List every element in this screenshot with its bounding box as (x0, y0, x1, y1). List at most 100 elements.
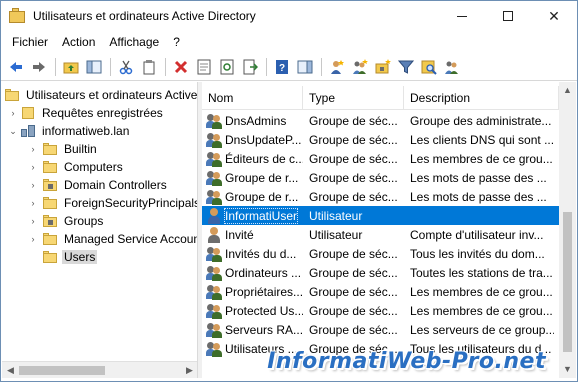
menu-action[interactable]: Action (55, 35, 102, 49)
row-name: Invité (225, 227, 254, 242)
tree-item-label: Builtin (64, 142, 97, 156)
properties-button[interactable] (193, 56, 215, 78)
help-button[interactable]: ? (271, 56, 293, 78)
cell-type: Groupe de séc... (309, 265, 398, 280)
menu-affichage[interactable]: Affichage (102, 35, 166, 49)
tree-item-users[interactable]: Users (28, 248, 98, 266)
tree-item-saved-queries[interactable]: › Requêtes enregistrées (8, 104, 165, 122)
tree-item-computers[interactable]: › Computers (28, 158, 125, 176)
tree-root-label: Utilisateurs et ordinateurs Active Direc… (26, 88, 198, 102)
scroll-left-icon[interactable]: ◀ (4, 364, 17, 377)
chevron-right-icon[interactable]: › (28, 176, 38, 194)
menu-fichier[interactable]: Fichier (5, 35, 55, 49)
action-pane-button[interactable] (294, 56, 316, 78)
chevron-right-icon[interactable]: › (28, 212, 38, 230)
table-row[interactable]: Invités du d... Groupe de séc... Tous les … (202, 244, 576, 263)
menu-bar: Fichier Action Affichage ? (1, 31, 577, 53)
up-level-button[interactable] (60, 56, 82, 78)
minimize-button[interactable] (439, 1, 485, 31)
domain-icon (20, 123, 36, 139)
scroll-down-icon[interactable]: ▼ (561, 363, 574, 376)
new-user-button[interactable] (326, 56, 348, 78)
scroll-right-icon[interactable]: ▶ (183, 364, 196, 377)
tree-item-label: Groups (64, 214, 104, 228)
table-row[interactable]: DnsAdmins Groupe de séc... Groupe des admi… (202, 111, 576, 130)
table-row[interactable]: Groupe de r... Groupe de séc... Les mots d… (202, 187, 576, 206)
cell-name: Invités du d... (202, 246, 303, 262)
table-row[interactable]: Protected Us... Groupe de séc... Les membr… (202, 301, 576, 320)
forward-button[interactable] (28, 56, 50, 78)
help-icon: ? (276, 59, 288, 74)
cut-button[interactable] (115, 56, 137, 78)
tree-root[interactable]: Utilisateurs et ordinateurs Active Direc… (4, 86, 198, 104)
table-row[interactable]: Invité Utilisateur Compte d'utilisateur in… (202, 225, 576, 244)
row-name: Éditeurs de c... (225, 151, 303, 166)
add-to-group-button[interactable] (441, 56, 463, 78)
cell-type: Utilisateur (309, 208, 363, 223)
back-button[interactable] (5, 56, 27, 78)
table-row[interactable]: Éditeurs de c... Groupe de séc... Les memb… (202, 149, 576, 168)
tree-item-label: Managed Service Accounts (64, 232, 198, 246)
table-row[interactable]: Propriétaires... Groupe de séc... Les memb… (202, 282, 576, 301)
export-list-icon (243, 59, 258, 74)
table-row[interactable]: DnsUpdateP... Groupe de séc... Les clients… (202, 130, 576, 149)
tree-item-foreign-security-principals[interactable]: › ForeignSecurityPrincipals (28, 194, 198, 212)
chevron-right-icon[interactable]: › (28, 158, 38, 176)
filter-button[interactable] (395, 56, 417, 78)
toolbar-separator (55, 57, 56, 76)
results-pane[interactable]: Nom Type Description DnsAdmins Groupe de … (202, 82, 576, 378)
chevron-down-icon[interactable]: ⌄ (8, 122, 18, 140)
chevron-right-icon[interactable]: › (28, 230, 38, 248)
column-header-type[interactable]: Type (303, 86, 404, 110)
new-ou-button[interactable] (372, 56, 394, 78)
find-button[interactable] (418, 56, 440, 78)
cell-description: Compte d'utilisateur inv... (410, 227, 544, 242)
security-group-icon (206, 322, 222, 338)
tree-item-builtin[interactable]: › Builtin (28, 140, 99, 158)
maximize-button[interactable] (485, 1, 531, 31)
chevron-right-icon[interactable]: › (28, 140, 38, 158)
cell-description: Les mots de passe des ... (410, 189, 547, 204)
tree-item-groups[interactable]: › Groups (28, 212, 105, 230)
scroll-up-icon[interactable]: ▲ (561, 84, 574, 97)
tree-horizontal-scrollbar[interactable]: ◀ ▶ (2, 361, 197, 378)
table-row[interactable]: Ordinateurs ... Groupe de séc... Toutes le… (202, 263, 576, 282)
table-row[interactable]: InformatiUser Utilisateur (202, 206, 576, 225)
export-list-button[interactable] (239, 56, 261, 78)
show-tree-button[interactable] (83, 56, 105, 78)
row-name: Ordinateurs ... (225, 265, 302, 280)
cell-name: Serveurs RA... (202, 322, 303, 338)
tree-item-managed-service-accounts[interactable]: › Managed Service Accounts (28, 230, 198, 248)
cell-description: Les serveurs de ce group... (410, 322, 554, 337)
new-ou-icon (375, 58, 391, 73)
table-row[interactable]: Serveurs RA... Groupe de séc... Les serveu… (202, 320, 576, 339)
saved-queries-icon (20, 105, 36, 121)
scroll-thumb[interactable] (19, 366, 105, 375)
new-group-button[interactable] (349, 56, 371, 78)
new-group-icon (353, 58, 368, 74)
menu-help[interactable]: ? (166, 35, 187, 49)
list-vertical-scrollbar[interactable]: ▲ ▼ (559, 82, 576, 378)
column-header-name[interactable]: Nom (202, 86, 303, 110)
console-tree-pane[interactable]: Utilisateurs et ordinateurs Active Direc… (2, 82, 198, 378)
close-button[interactable]: ✕ (531, 1, 577, 31)
window-title: Utilisateurs et ordinateurs Active Direc… (33, 9, 256, 23)
chevron-right-icon[interactable]: › (8, 104, 18, 122)
chevron-right-icon[interactable]: › (28, 194, 38, 212)
column-header-description[interactable]: Description (404, 86, 559, 110)
tree-item-label: Requêtes enregistrées (42, 106, 163, 120)
svg-text:?: ? (279, 63, 285, 74)
security-group-icon (206, 151, 222, 167)
scroll-thumb[interactable] (563, 212, 572, 352)
tree-item-domain[interactable]: ⌄ informatiweb.lan (8, 122, 131, 140)
delete-button[interactable] (170, 56, 192, 78)
security-group-icon (206, 170, 222, 186)
mmc-window: Utilisateurs et ordinateurs Active Direc… (0, 0, 578, 382)
table-row[interactable]: Groupe de r... Groupe de séc... Les mots d… (202, 168, 576, 187)
cell-name: Ordinateurs ... (202, 265, 303, 281)
minimize-icon (457, 15, 467, 17)
tree-item-domain-controllers[interactable]: › Domain Controllers (28, 176, 169, 194)
title-bar[interactable]: Utilisateurs et ordinateurs Active Direc… (1, 1, 577, 31)
refresh-button[interactable] (216, 56, 238, 78)
copy-button[interactable] (138, 56, 160, 78)
